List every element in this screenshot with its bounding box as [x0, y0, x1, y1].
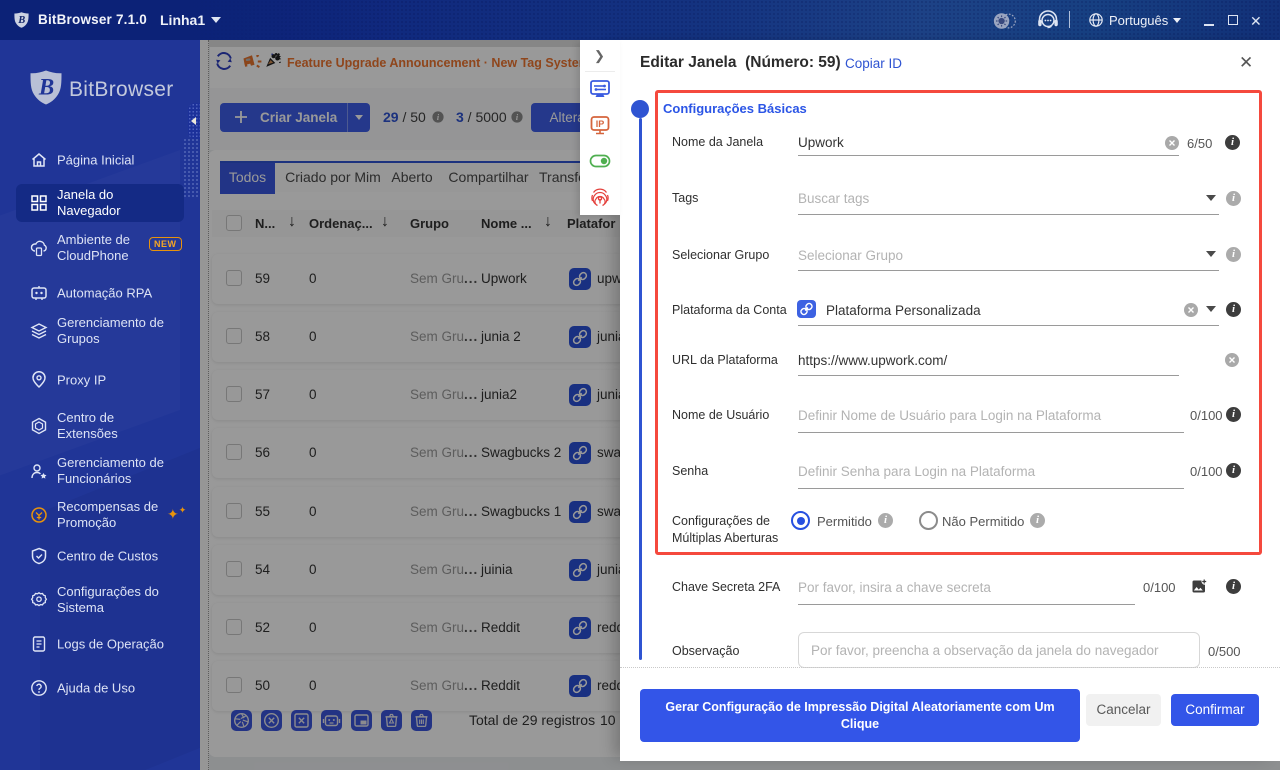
svg-text:B: B: [38, 75, 54, 100]
svg-text:B: B: [17, 15, 25, 26]
svg-text:IP: IP: [596, 119, 605, 129]
